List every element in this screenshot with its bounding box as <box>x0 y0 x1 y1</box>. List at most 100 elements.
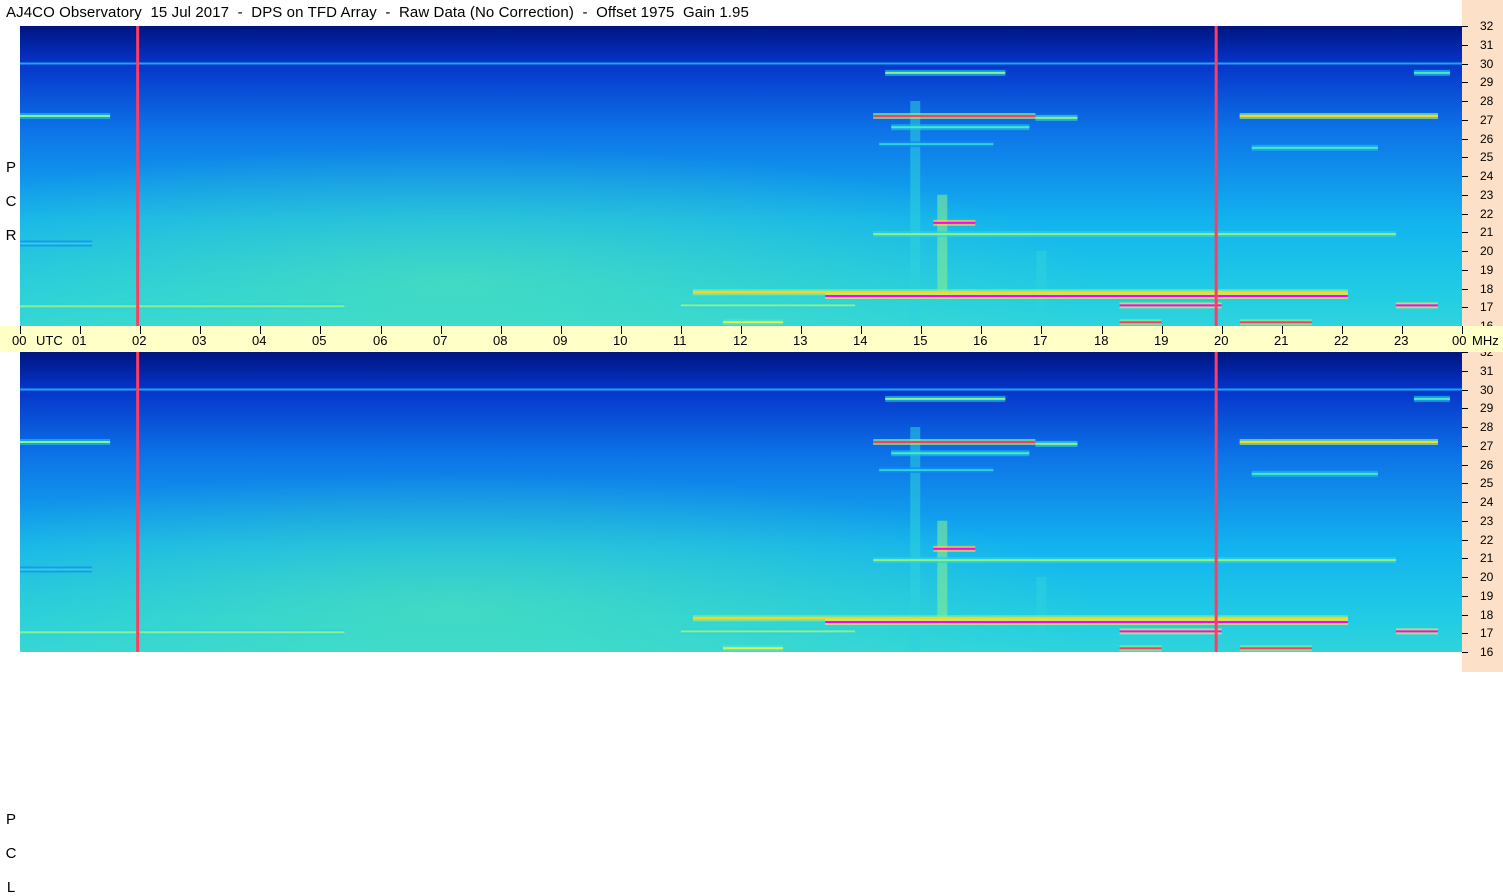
vertical-burst <box>1036 577 1047 652</box>
band-core <box>891 452 1030 455</box>
band-core <box>20 568 93 571</box>
frequency-tick <box>1462 64 1468 65</box>
band-core <box>1395 630 1438 633</box>
rcp-letter-r: R <box>5 227 17 244</box>
band-core <box>1035 116 1078 119</box>
time-tick-label: 09 <box>553 333 568 348</box>
frequency-tick-label: 24 <box>1480 169 1494 183</box>
frequency-tick-label: 22 <box>1480 533 1494 547</box>
band-core <box>20 631 345 634</box>
lcp-letter-c: C <box>5 845 17 862</box>
band-core <box>20 242 93 245</box>
band-core <box>1119 647 1162 650</box>
frequency-tick <box>1462 195 1468 196</box>
frequency-tick-label: 20 <box>1480 570 1494 584</box>
frequency-tick <box>1462 577 1468 578</box>
time-tick-label: 04 <box>252 333 267 348</box>
band-core <box>20 115 111 117</box>
lcp-spectrogram <box>20 352 1462 652</box>
frequency-tick <box>1462 446 1468 447</box>
frequency-tick <box>1462 120 1468 121</box>
time-unit-label: UTC <box>36 333 63 348</box>
frequency-tick <box>1462 408 1468 409</box>
band-core <box>873 115 1036 117</box>
time-tick-label: 18 <box>1094 333 1109 348</box>
marker-line <box>136 352 140 652</box>
frequency-tick <box>1462 558 1468 559</box>
time-tick-label: 13 <box>793 333 808 348</box>
frequency-tick-label: 19 <box>1480 263 1494 277</box>
title-bar: AJ4CO Observatory 15 Jul 2017 - DPS on T… <box>0 0 1462 26</box>
frequency-tick-label: 30 <box>1480 57 1494 71</box>
band-core <box>1119 321 1162 324</box>
band-core <box>885 397 1006 400</box>
frequency-tick-label: 29 <box>1480 401 1494 415</box>
frequency-tick <box>1462 26 1468 27</box>
band-core <box>933 221 976 224</box>
time-tick-label: 15 <box>913 333 928 348</box>
frequency-tick <box>1462 289 1468 290</box>
frequency-tick <box>1462 101 1468 102</box>
band-core <box>1413 397 1450 400</box>
frequency-tick-label: 27 <box>1480 113 1494 127</box>
time-tick-label: 17 <box>1033 333 1048 348</box>
frequency-tick-label: 17 <box>1480 626 1494 640</box>
frequency-tick <box>1462 427 1468 428</box>
band-core <box>825 295 1348 297</box>
frequency-tick-label: 27 <box>1480 439 1494 453</box>
frequency-tick <box>1462 82 1468 83</box>
band-core <box>879 143 994 146</box>
marker-line <box>1214 352 1218 652</box>
band-core <box>1251 146 1378 149</box>
band-core <box>692 291 1348 294</box>
time-tick-label: 00 <box>1452 333 1467 348</box>
time-tick-label: 23 <box>1394 333 1409 348</box>
frequency-tick <box>1462 483 1468 484</box>
frequency-tick-label: 26 <box>1480 458 1494 472</box>
band-core <box>873 441 1036 443</box>
time-tick-label: 07 <box>433 333 448 348</box>
frequency-tick <box>1462 352 1468 353</box>
time-tick-label: 02 <box>132 333 147 348</box>
time-tick-label: 12 <box>733 333 748 348</box>
time-tick-label: 21 <box>1274 333 1289 348</box>
frequency-tick-label: 31 <box>1480 38 1494 52</box>
time-tick-label: 03 <box>192 333 207 348</box>
band-core <box>1239 115 1438 117</box>
time-tick-label: 10 <box>613 333 628 348</box>
spectrogram-svg <box>20 26 1462 326</box>
spectrogram-svg <box>20 352 1462 652</box>
background-glow <box>20 352 1462 652</box>
frequency-tick <box>1462 465 1468 466</box>
frequency-tick-label: 25 <box>1480 150 1494 164</box>
frequency-tick <box>1462 176 1468 177</box>
band-core <box>933 547 976 550</box>
rcp-letter-c: C <box>5 193 17 210</box>
horizontal-line <box>20 388 1462 391</box>
chart-title: AJ4CO Observatory 15 Jul 2017 - DPS on T… <box>6 4 749 21</box>
frequency-tick <box>1462 157 1468 158</box>
time-tick-label: 00 <box>12 333 27 348</box>
band-core <box>692 617 1348 620</box>
freq-unit-label: MHz <box>1472 333 1499 348</box>
frequency-tick <box>1462 633 1468 634</box>
time-tick-label: 22 <box>1334 333 1349 348</box>
frequency-tick <box>1462 521 1468 522</box>
frequency-tick-label: 17 <box>1480 300 1494 314</box>
frequency-tick-label: 28 <box>1480 94 1494 108</box>
frequency-tick <box>1462 502 1468 503</box>
frequency-tick <box>1462 390 1468 391</box>
rcp-spectrogram <box>20 26 1462 326</box>
time-tick-label: 11 <box>673 333 687 348</box>
band-core <box>891 126 1030 129</box>
vertical-burst <box>937 520 948 624</box>
band-core <box>1035 442 1078 445</box>
frequency-tick <box>1462 270 1468 271</box>
band-core <box>680 304 856 307</box>
time-tick-label: 01 <box>72 333 87 348</box>
marker-line <box>136 26 140 326</box>
band-core <box>1395 304 1438 307</box>
band-core <box>20 441 111 443</box>
frequency-tick-label: 16 <box>1480 645 1494 659</box>
background-glow <box>20 26 1462 326</box>
